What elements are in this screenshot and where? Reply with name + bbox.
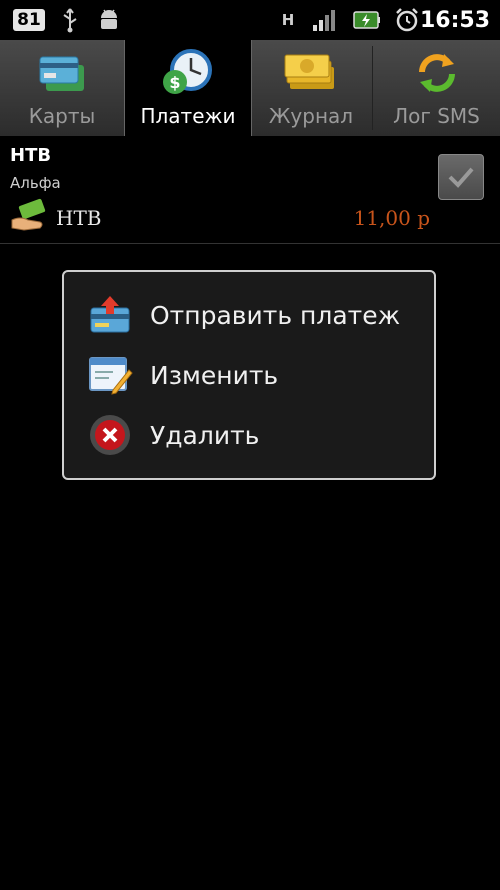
- svg-text:$: $: [169, 73, 180, 92]
- payment-details-row: НТВ 11,00 р: [10, 198, 430, 238]
- menu-item-delete[interactable]: Удалить: [64, 406, 434, 464]
- alarm-clock-icon: [392, 0, 422, 40]
- payments-clock-icon: $: [160, 48, 216, 98]
- payment-list-item[interactable]: НТВ Альфа НТВ 11,00 р: [0, 136, 500, 244]
- edit-icon: [86, 351, 134, 399]
- tab-cards[interactable]: Карты: [0, 40, 124, 136]
- network-type-indicator: H: [281, 11, 295, 29]
- payment-service: НТВ: [56, 206, 102, 230]
- delete-icon: [86, 411, 134, 459]
- battery-charging-icon: [352, 0, 382, 40]
- tab-journal-label: Журнал: [268, 104, 354, 128]
- signal-icon: [310, 0, 340, 40]
- menu-item-edit[interactable]: Изменить: [64, 346, 434, 404]
- send-payment-icon: [86, 291, 134, 339]
- tab-sms-log-label: Лог SMS: [393, 104, 480, 128]
- menu-item-send-payment[interactable]: Отправить платеж: [64, 286, 434, 344]
- payment-amount: 11,00 р: [353, 206, 430, 230]
- money-hand-icon: [10, 198, 50, 238]
- notification-count: 81: [13, 9, 45, 31]
- refresh-arrows-icon: [409, 48, 465, 98]
- tab-payments[interactable]: $ Платежи: [124, 40, 252, 136]
- tab-sms-log[interactable]: Лог SMS: [373, 40, 500, 136]
- payment-checkbox[interactable]: [438, 154, 484, 200]
- money-stack-icon: [283, 48, 339, 98]
- android-debug-icon: [94, 0, 124, 40]
- clock-time: 16:53: [419, 7, 490, 33]
- tab-cards-label: Карты: [28, 104, 96, 128]
- tab-bar: Карты $ Платежи Журнал Лог SMS: [0, 40, 500, 137]
- payment-bank: Альфа: [10, 174, 61, 192]
- menu-item-send-payment-label: Отправить платеж: [150, 300, 401, 330]
- context-menu: Отправить платеж Изменить Удалить: [62, 270, 436, 480]
- usb-icon: [58, 0, 82, 40]
- tab-payments-label: Платежи: [140, 104, 236, 128]
- menu-item-edit-label: Изменить: [150, 360, 279, 390]
- tab-journal[interactable]: Журнал: [250, 40, 372, 136]
- notification-count-badge: 81: [10, 0, 48, 40]
- cards-icon: [34, 48, 90, 98]
- menu-item-delete-label: Удалить: [150, 420, 260, 450]
- payment-title: НТВ: [10, 145, 52, 166]
- status-bar: 81 H 16:53: [0, 0, 500, 41]
- checkmark-icon: [448, 167, 474, 188]
